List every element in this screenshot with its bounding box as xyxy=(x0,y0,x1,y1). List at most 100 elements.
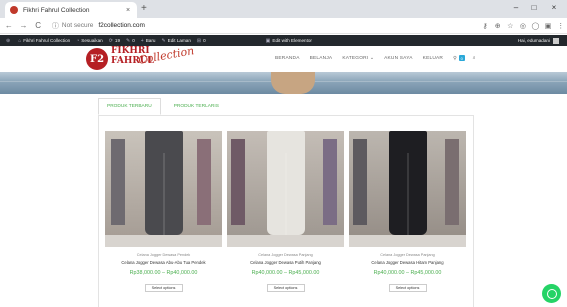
elementor-label: Edit with Elementor xyxy=(272,38,312,43)
customize-item[interactable]: ◔ Sesuaikan xyxy=(76,38,102,44)
close-window-button[interactable]: × xyxy=(545,2,563,14)
pants-image xyxy=(267,131,305,235)
nav-item-beranda[interactable]: BERANDA xyxy=(275,56,300,61)
browser-tab-strip: Fikhri Fahrul Collection × + – □ × xyxy=(0,0,567,18)
wordpress-icon: ⊕ xyxy=(6,37,11,44)
hero-banner xyxy=(0,72,567,94)
cart-icon: ⚲ xyxy=(453,56,457,62)
site-header: F2 FIKHRI FAHRUL Collection BERANDA BELA… xyxy=(0,44,567,73)
main-nav: BERANDA BELANJA KATEGORI ⌄ AKUN SAYA KEL… xyxy=(275,55,484,62)
grid-icon: ⊞ xyxy=(196,37,202,44)
brush-icon: ◔ xyxy=(76,37,80,44)
avatar xyxy=(553,37,559,44)
whatsapp-icon xyxy=(546,288,557,299)
rack-image xyxy=(445,139,459,225)
updates-item[interactable]: ⟳ 19 xyxy=(109,38,120,44)
comments-item[interactable]: ✎ 0 xyxy=(126,38,135,44)
site-info-icon[interactable]: ⓘ xyxy=(52,21,59,31)
floor-image xyxy=(349,235,466,247)
updates-icon: ⟳ xyxy=(108,37,113,44)
account-menu[interactable]: Hai, edumadani xyxy=(518,35,559,46)
nav-item-akun-saya[interactable]: AKUN SAYA xyxy=(384,56,413,61)
banner-model-image xyxy=(271,72,315,94)
nav-item-belanja[interactable]: BELANJA xyxy=(310,56,333,61)
extension-icon[interactable]: ◎ xyxy=(517,22,530,30)
cart-button[interactable]: ⚲ 0 xyxy=(453,55,465,62)
nav-item-kategori[interactable]: KATEGORI ⌄ xyxy=(342,56,374,61)
site-name-item[interactable]: ⌂ Fikhri Fahrul Collection xyxy=(18,38,70,44)
select-options-button[interactable]: Select options xyxy=(388,284,427,292)
site-name-label: Fikhri Fahrul Collection xyxy=(23,38,71,43)
comments-count: 0 xyxy=(132,38,135,43)
new-item[interactable]: + Baru xyxy=(141,38,156,44)
product-name[interactable]: Celana Jogger Dewasa Hitam Panjang xyxy=(349,260,466,265)
select-options-button[interactable]: Select options xyxy=(266,284,305,292)
new-tab-button[interactable]: + xyxy=(141,3,147,15)
tab-produk-terlaris[interactable]: PRODUK TERLARIS xyxy=(165,98,228,115)
pants-image xyxy=(145,131,183,235)
tab-title: Fikhri Fahrul Collection xyxy=(23,6,90,14)
menu-icon[interactable]: ⋮ xyxy=(554,22,567,30)
forward-button[interactable]: → xyxy=(18,21,30,30)
key-icon[interactable]: ⚷ xyxy=(479,22,492,30)
minimize-button[interactable]: – xyxy=(507,2,525,14)
security-label: Not secure xyxy=(61,22,94,29)
product-category[interactable]: Celana Jogger Dewasa Panjang xyxy=(349,253,466,257)
product-card: Celana Jogger Dewasa Pendek Celana Jogge… xyxy=(105,131,222,292)
product-category[interactable]: Celana Jogger Dewasa Panjang xyxy=(227,253,344,257)
product-card: Celana Jogger Dewasa Panjang Celana Jogg… xyxy=(227,131,344,292)
product-price: Rp38,000.00 – Rp40,000.00 xyxy=(129,270,198,276)
product-name[interactable]: Celana Jogger Dewasa Abu-Abu Tua Pendek xyxy=(105,260,222,265)
site-favicon-icon xyxy=(10,6,18,14)
rack-image xyxy=(197,139,211,225)
rack-image xyxy=(323,139,337,225)
tab-produk-terbaru[interactable]: PRODUK TERBARU xyxy=(98,98,161,115)
rack-image xyxy=(231,139,245,225)
product-image[interactable] xyxy=(105,131,222,247)
product-price: Rp40,000.00 – Rp45,000.00 xyxy=(251,270,320,276)
back-button[interactable]: ← xyxy=(3,21,15,30)
opera-icon[interactable]: ◯ xyxy=(529,22,542,30)
puzzle-icon[interactable]: ▣ xyxy=(542,22,555,30)
customize-label: Sesuaikan xyxy=(81,38,103,43)
select-options-button[interactable]: Select options xyxy=(144,284,183,292)
search-icon[interactable]: ⌕ xyxy=(473,55,476,61)
product-image[interactable] xyxy=(227,131,344,247)
updates-count: 19 xyxy=(114,38,121,43)
browser-tab[interactable]: Fikhri Fahrul Collection × xyxy=(5,2,137,18)
tab-close-icon[interactable]: × xyxy=(124,7,132,14)
elementor-icon: ▣ xyxy=(265,37,271,44)
product-category[interactable]: Celana Jogger Dewasa Pendek xyxy=(105,253,222,257)
star-icon[interactable]: ☆ xyxy=(504,22,517,30)
product-card: Celana Jogger Dewasa Panjang Celana Jogg… xyxy=(349,131,466,292)
product-name[interactable]: Celana Jogger Dewasa Putih Panjang xyxy=(227,260,344,265)
rack-image xyxy=(353,139,367,225)
rack-image xyxy=(111,139,125,225)
elementor-item[interactable]: ▣ Edit with Elementor xyxy=(266,38,312,44)
nav-item-keluar[interactable]: KELUAR xyxy=(423,56,443,61)
browser-toolbar: ← → C ⓘ Not secure f2collection.com ⚷ ⊕ … xyxy=(0,18,567,34)
zoom-icon[interactable]: ⊕ xyxy=(491,22,504,30)
pants-image xyxy=(389,131,427,235)
edit-page-item[interactable]: ✎ Edit Laman xyxy=(161,38,190,44)
new-label: Baru xyxy=(145,38,156,43)
product-image[interactable] xyxy=(349,131,466,247)
address-bar[interactable]: ⓘ Not secure f2collection.com xyxy=(52,20,479,32)
wp-admin-bar: ⊕ ⌂ Fikhri Fahrul Collection ◔ Sesuaikan ⟳… xyxy=(0,35,567,46)
greeting-label: Hai, edumadani xyxy=(517,38,550,43)
wp-logo-item[interactable]: ⊕ xyxy=(6,38,12,44)
whatsapp-chat-button[interactable] xyxy=(542,284,561,303)
site-logo[interactable]: F2 FIKHRI FAHRUL Collection xyxy=(86,44,196,73)
comment-icon: ✎ xyxy=(126,37,131,44)
cart-count-badge: 0 xyxy=(458,55,465,61)
reload-button[interactable]: C xyxy=(32,21,44,30)
plus-icon: + xyxy=(140,37,144,44)
home-icon: ⌂ xyxy=(18,37,22,44)
plugin-item[interactable]: ⊞ 0 xyxy=(197,38,206,44)
maximize-button[interactable]: □ xyxy=(525,2,543,14)
pencil-icon: ✎ xyxy=(161,37,166,44)
product-price: Rp40,000.00 – Rp45,000.00 xyxy=(373,270,442,276)
product-tabs: PRODUK TERBARU PRODUK TERLARIS xyxy=(98,98,232,115)
floor-image xyxy=(105,235,222,247)
url-text[interactable]: f2collection.com xyxy=(98,22,145,29)
